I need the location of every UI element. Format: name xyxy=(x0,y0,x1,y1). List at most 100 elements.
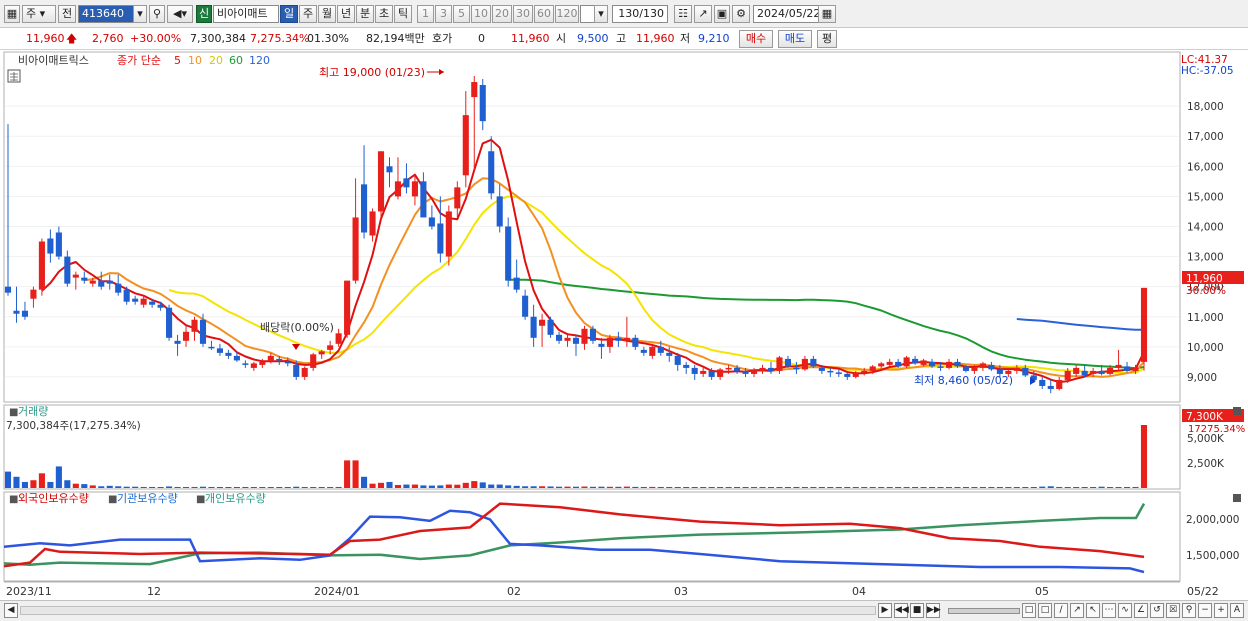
zoom-box2-icon[interactable]: □ xyxy=(1038,603,1052,618)
window-menu-icon[interactable]: ▦ xyxy=(4,5,20,23)
volume-panel-close-icon[interactable] xyxy=(1233,407,1241,415)
volume-bar xyxy=(920,487,927,488)
draw-trend-icon[interactable]: ↗ xyxy=(1070,603,1084,618)
interval-dropdown-icon[interactable]: ▾ xyxy=(594,5,608,23)
volume-last-tag: 7,300K xyxy=(1186,411,1224,423)
chart-area[interactable]: 18,00017,00016,00015,00014,00013,00012,0… xyxy=(0,50,1248,600)
candle-body xyxy=(1013,367,1020,371)
market-select[interactable]: 주 ▾ xyxy=(22,5,56,23)
zoom-in-icon[interactable]: + xyxy=(1214,603,1228,618)
candle-body xyxy=(581,328,588,344)
zoom-search-icon[interactable]: ⚲ xyxy=(1182,603,1196,618)
stop-icon[interactable]: ■ xyxy=(910,603,924,618)
code-input[interactable]: 413640 xyxy=(78,5,134,23)
draw-wave-icon[interactable]: ∿ xyxy=(1118,603,1132,618)
grid-icon[interactable]: ☷ xyxy=(674,5,692,23)
volume-bar xyxy=(734,487,741,488)
candle-body xyxy=(225,352,232,356)
stock-name-field[interactable]: 비아이매트 xyxy=(213,5,279,23)
zoom-out-icon[interactable]: − xyxy=(1198,603,1212,618)
prev-button[interactable]: 전 xyxy=(58,5,76,23)
volume-bar xyxy=(640,486,647,488)
interval-10[interactable]: 10 xyxy=(471,5,491,23)
volume-bar xyxy=(1081,487,1088,488)
candle-body xyxy=(683,364,690,368)
date-field[interactable]: 2024/05/22 xyxy=(753,5,820,23)
candle-body xyxy=(191,319,198,332)
candle-body xyxy=(182,331,190,341)
candle-body xyxy=(988,364,995,370)
sell-button[interactable]: 매도 xyxy=(778,30,812,48)
interval-60[interactable]: 60 xyxy=(534,5,554,23)
volume-bar xyxy=(411,484,418,488)
draw-angle-icon[interactable]: ∠ xyxy=(1134,603,1148,618)
volume-bar xyxy=(988,487,995,488)
volume-bar xyxy=(293,486,300,488)
period-month[interactable]: 월 xyxy=(318,5,336,23)
period-minute[interactable]: 분 xyxy=(356,5,374,23)
foreign-legend: 외국인보유수량 xyxy=(18,492,89,505)
candle-body xyxy=(937,366,944,368)
delete-drawing-icon[interactable]: ☒ xyxy=(1166,603,1180,618)
open-label: 시 xyxy=(556,32,567,45)
volume-bar xyxy=(115,486,122,488)
interval-3[interactable]: 3 xyxy=(435,5,452,23)
volume-bar xyxy=(700,487,707,488)
candle-body xyxy=(1090,370,1097,374)
interval-20[interactable]: 20 xyxy=(492,5,512,23)
period-second[interactable]: 초 xyxy=(375,5,393,23)
price-change: 2,760 xyxy=(92,32,124,45)
calendar-icon[interactable]: ▦ xyxy=(818,5,836,23)
candle-body xyxy=(4,286,12,293)
period-week[interactable]: 주 xyxy=(299,5,317,23)
count-field[interactable]: 130/130 xyxy=(612,5,668,23)
horizontal-scrollbar[interactable] xyxy=(20,606,876,615)
volume-panel-title: 거래량 xyxy=(18,405,48,418)
draw-fan-icon[interactable]: ↖ xyxy=(1086,603,1100,618)
volume-bar xyxy=(361,476,368,488)
volume-bar xyxy=(428,485,435,488)
font-size-icon[interactable]: A xyxy=(1230,603,1244,618)
candle-body xyxy=(1022,367,1029,376)
code-dropdown-icon[interactable]: ▾ xyxy=(133,5,147,23)
period-year[interactable]: 년 xyxy=(337,5,355,23)
interval-1[interactable]: 1 xyxy=(417,5,434,23)
speaker-icon[interactable]: ◀▾ xyxy=(167,5,193,23)
candle-body xyxy=(1098,370,1105,374)
candle-body xyxy=(344,280,351,335)
interval-5[interactable]: 5 xyxy=(453,5,470,23)
zoom-slider[interactable] xyxy=(948,608,1020,614)
volume-bar xyxy=(1115,487,1122,488)
candle-body xyxy=(1140,287,1148,362)
holdings-panel-close-icon[interactable] xyxy=(1233,494,1241,502)
scroll-left-icon[interactable]: ◀ xyxy=(4,603,18,618)
zoom-box-icon[interactable]: □ xyxy=(1022,603,1036,618)
candle-body xyxy=(640,349,647,353)
candle-body xyxy=(878,363,885,367)
price-tick-label: 14,000 xyxy=(1187,221,1224,233)
candle-body xyxy=(513,277,520,290)
interval-120[interactable]: 120 xyxy=(555,5,579,23)
period-tick[interactable]: 틱 xyxy=(394,5,412,23)
search-icon[interactable]: ⚲ xyxy=(149,5,165,23)
interval-30[interactable]: 30 xyxy=(513,5,533,23)
settings-icon[interactable]: ⚙ xyxy=(732,5,750,23)
fast-forward-icon[interactable]: ▶▶ xyxy=(926,603,941,618)
candle-body xyxy=(199,319,207,344)
volume-bar xyxy=(835,487,842,488)
volume-bar xyxy=(106,485,113,488)
candle-body xyxy=(564,337,571,341)
buy-button[interactable]: 매수 xyxy=(739,30,773,48)
volume-bar xyxy=(1039,486,1046,488)
volume-bar xyxy=(657,486,664,488)
scroll-right-icon[interactable]: ▶ xyxy=(878,603,892,618)
period-day[interactable]: 일 xyxy=(280,5,298,23)
rewind-icon[interactable]: ◀◀ xyxy=(894,603,909,618)
volume-bar xyxy=(479,482,486,488)
tool-icon[interactable]: ↗ xyxy=(694,5,712,23)
draw-cross-icon[interactable]: ⋯ xyxy=(1102,603,1116,618)
draw-line-icon[interactable]: ∕ xyxy=(1054,603,1068,618)
window-icon[interactable]: ▣ xyxy=(714,5,730,23)
draw-path-icon[interactable]: ↺ xyxy=(1150,603,1164,618)
eval-button[interactable]: 평 xyxy=(817,30,837,48)
